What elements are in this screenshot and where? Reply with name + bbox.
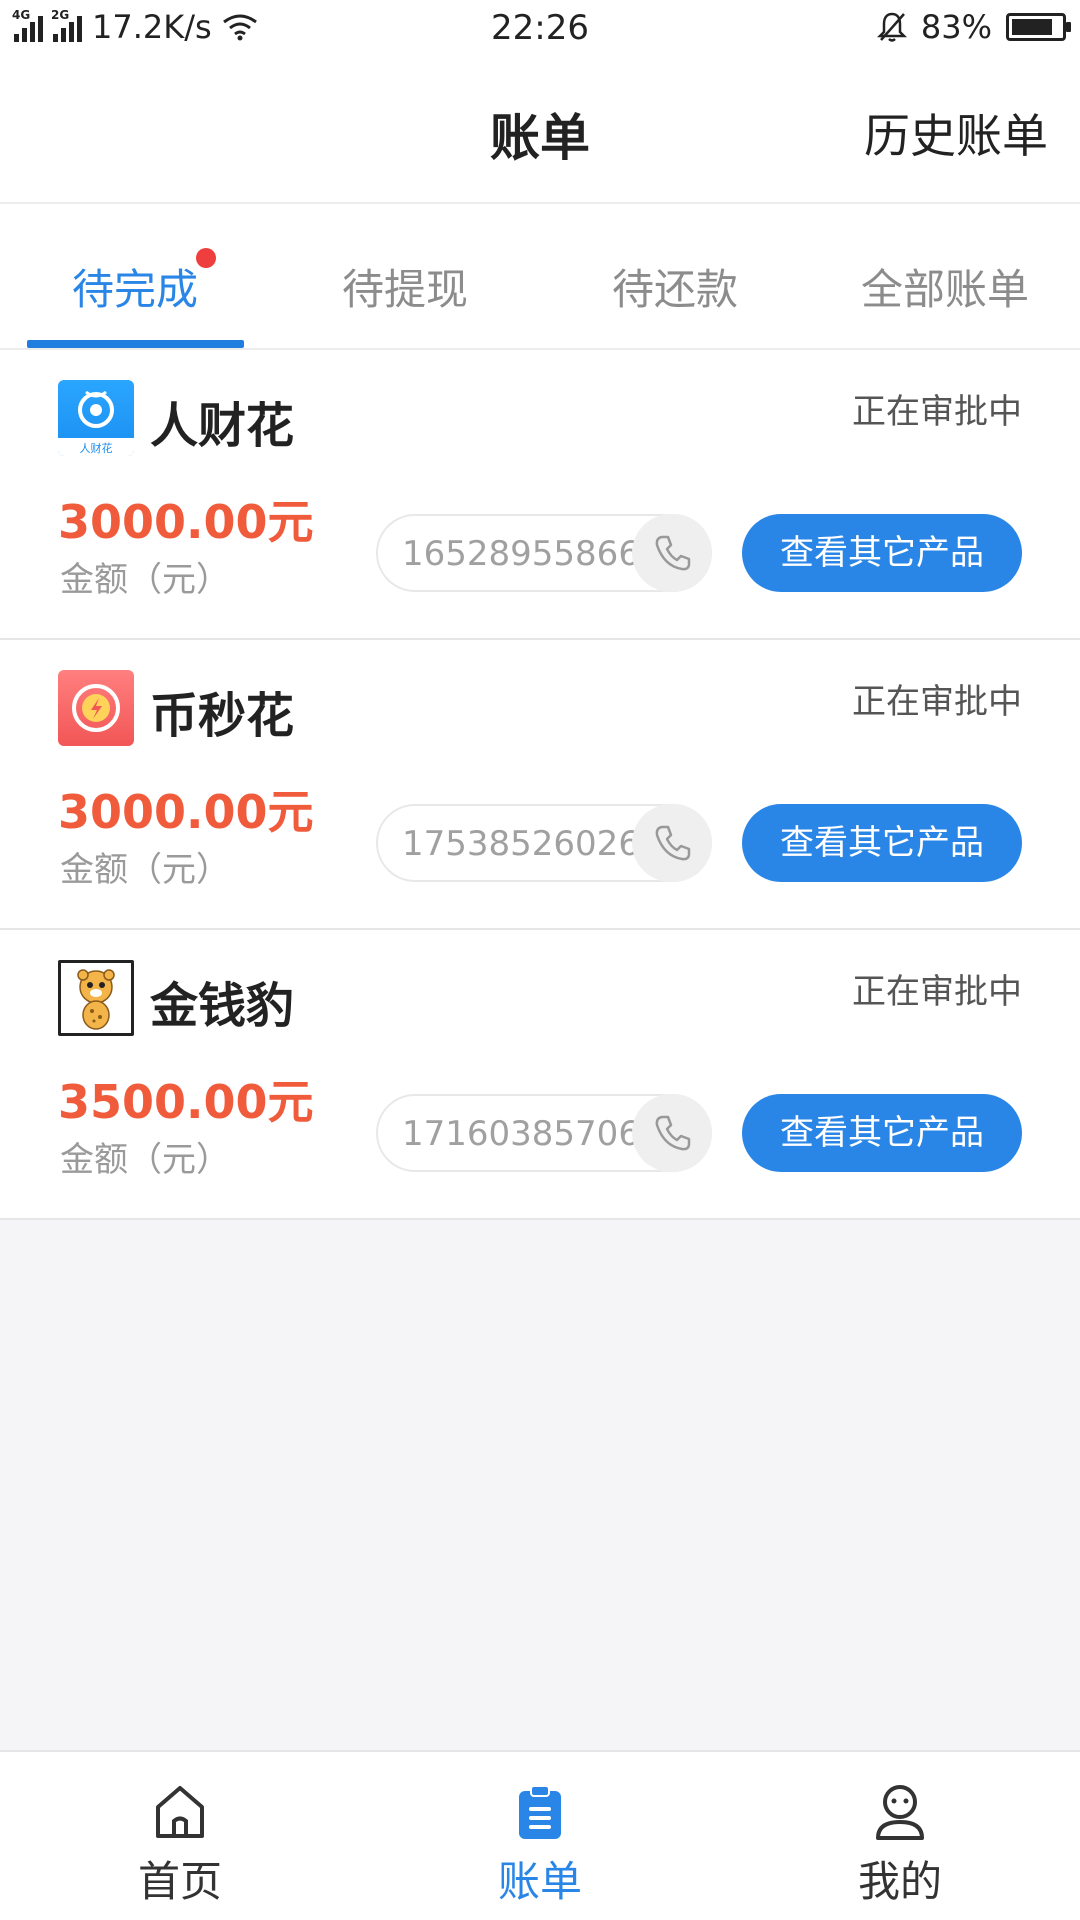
tab-label: 待完成	[71, 265, 198, 314]
nav-label: 我的	[857, 1857, 942, 1906]
bill-amount: 3000.00元	[58, 495, 314, 549]
call-button[interactable]	[632, 804, 712, 882]
amount-label: 金额（元）	[60, 560, 230, 600]
phone-pill: 17160385706	[376, 1094, 712, 1172]
tab-pending-repay[interactable]: 待还款	[540, 256, 810, 317]
profile-icon	[876, 1785, 924, 1840]
view-other-products-button[interactable]: 查看其它产品	[742, 514, 1022, 592]
tab-label: 待还款	[611, 265, 738, 314]
amount-label: 金额（元）	[60, 1140, 230, 1180]
bill-card: 人财花 人财花 正在审批中 3000.00元 金额（元） 16528955866…	[0, 350, 1080, 640]
svg-text:人财花: 人财花	[80, 441, 113, 455]
bimiaohua-logo	[58, 670, 134, 746]
battery-fill	[1012, 19, 1052, 35]
nav-label: 账单	[497, 1857, 582, 1906]
notification-dot	[196, 248, 216, 268]
nav-home[interactable]: 首页	[80, 1782, 280, 1909]
phone-number: 16528955866	[402, 534, 640, 574]
bill-amount: 3000.00元	[58, 785, 314, 839]
nav-label: 首页	[137, 1857, 222, 1906]
nav-profile[interactable]: 我的	[800, 1782, 1000, 1909]
view-other-products-button[interactable]: 查看其它产品	[742, 1094, 1022, 1172]
approval-status: 正在审批中	[852, 682, 1022, 722]
phone-icon	[655, 1115, 691, 1151]
phone-icon	[655, 535, 691, 571]
phone-icon	[655, 825, 691, 861]
product-name: 币秒花	[150, 688, 295, 744]
bell-muted-icon	[876, 12, 907, 42]
phone-pill: 17538526026	[376, 804, 712, 882]
product-name: 金钱豹	[150, 978, 295, 1034]
bill-icon	[519, 1785, 561, 1839]
tab-bar: 待完成 待提现 待还款 全部账单	[0, 204, 1080, 350]
app-header: 账单 历史账单	[0, 56, 1080, 204]
view-other-products-button[interactable]: 查看其它产品	[742, 804, 1022, 882]
phone-number: 17160385706	[402, 1114, 640, 1154]
approval-status: 正在审批中	[852, 392, 1022, 432]
tab-all-bills[interactable]: 全部账单	[810, 256, 1080, 317]
product-name: 人财花	[150, 398, 295, 454]
bimiaohua-logo-icon	[72, 684, 120, 732]
bill-amount: 3500.00元	[58, 1075, 314, 1129]
history-bills-button[interactable]: 历史账单	[864, 100, 1048, 166]
rencaihua-logo: 人财花	[58, 380, 134, 456]
screen: 4G 2G 17.2K/s 22:26 83% 账单 历史账单 待完成 待提现 …	[0, 0, 1080, 1920]
call-button[interactable]	[632, 514, 712, 592]
tab-label: 全部账单	[860, 265, 1029, 314]
phone-pill: 16528955866	[376, 514, 712, 592]
amount-label: 金额（元）	[60, 850, 230, 890]
home-icon	[156, 1786, 204, 1838]
phone-number: 17538526026	[402, 824, 640, 864]
leopard-icon	[77, 969, 115, 1030]
status-bar: 4G 2G 17.2K/s 22:26 83%	[0, 0, 1080, 56]
tab-label: 待提现	[341, 265, 468, 314]
rencaihua-logo-icon: 人财花	[58, 390, 134, 456]
bill-card: 金钱豹 正在审批中 3500.00元 金额（元） 17160385706 查看其…	[0, 930, 1080, 1220]
status-right: 83%	[876, 8, 1071, 46]
call-button[interactable]	[632, 1094, 712, 1172]
battery-icon	[1006, 13, 1071, 41]
nav-bills[interactable]: 账单	[440, 1782, 640, 1909]
approval-status: 正在审批中	[852, 972, 1022, 1012]
battery-percent: 83%	[920, 8, 992, 46]
tab-pending-complete[interactable]: 待完成	[0, 248, 270, 317]
bottom-nav: 首页 账单 我的	[0, 1750, 1080, 1920]
tab-pending-withdraw[interactable]: 待提现	[270, 256, 540, 317]
tab-indicator	[27, 340, 244, 348]
bill-card: 币秒花 正在审批中 3000.00元 金额（元） 17538526026 查看其…	[0, 640, 1080, 930]
jinqianbao-logo	[58, 960, 134, 1036]
